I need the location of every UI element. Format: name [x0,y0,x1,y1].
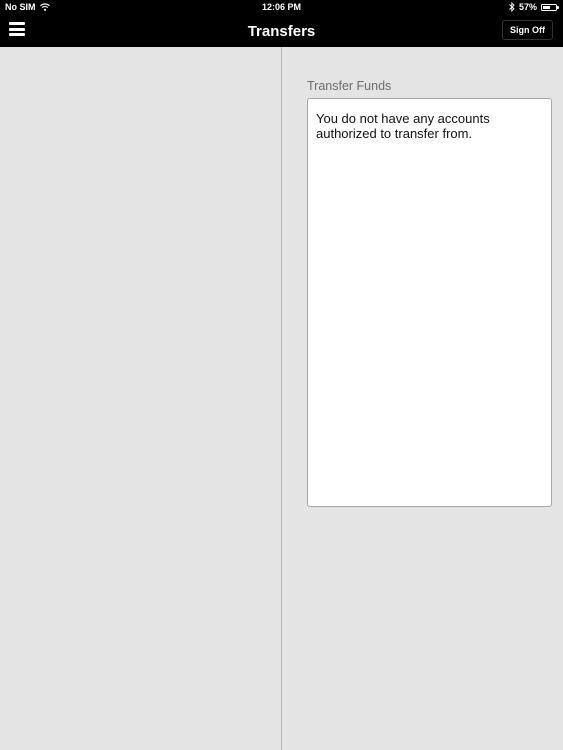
transfer-section-title: Transfer Funds [307,79,392,93]
battery-level-fill [543,5,550,9]
bluetooth-icon [509,2,515,12]
transfer-message-box: You do not have any accounts authorized … [307,98,552,507]
master-pane [0,47,282,750]
status-bar: No SIM 12:06 PM 57% [0,0,563,15]
clock: 12:06 PM [261,2,302,12]
no-accounts-message: You do not have any accounts authorized … [316,111,490,141]
battery-percent: 57% [518,2,537,12]
status-right-group: 57% [509,2,559,12]
detail-pane: Transfer Funds You do not have any accou… [282,47,563,750]
nav-bar: Transfers Sign Off [0,15,563,47]
page-title: Transfers [247,23,316,40]
sign-off-button[interactable]: Sign Off [502,20,553,40]
menu-icon[interactable] [9,22,25,36]
battery-icon [541,3,559,11]
